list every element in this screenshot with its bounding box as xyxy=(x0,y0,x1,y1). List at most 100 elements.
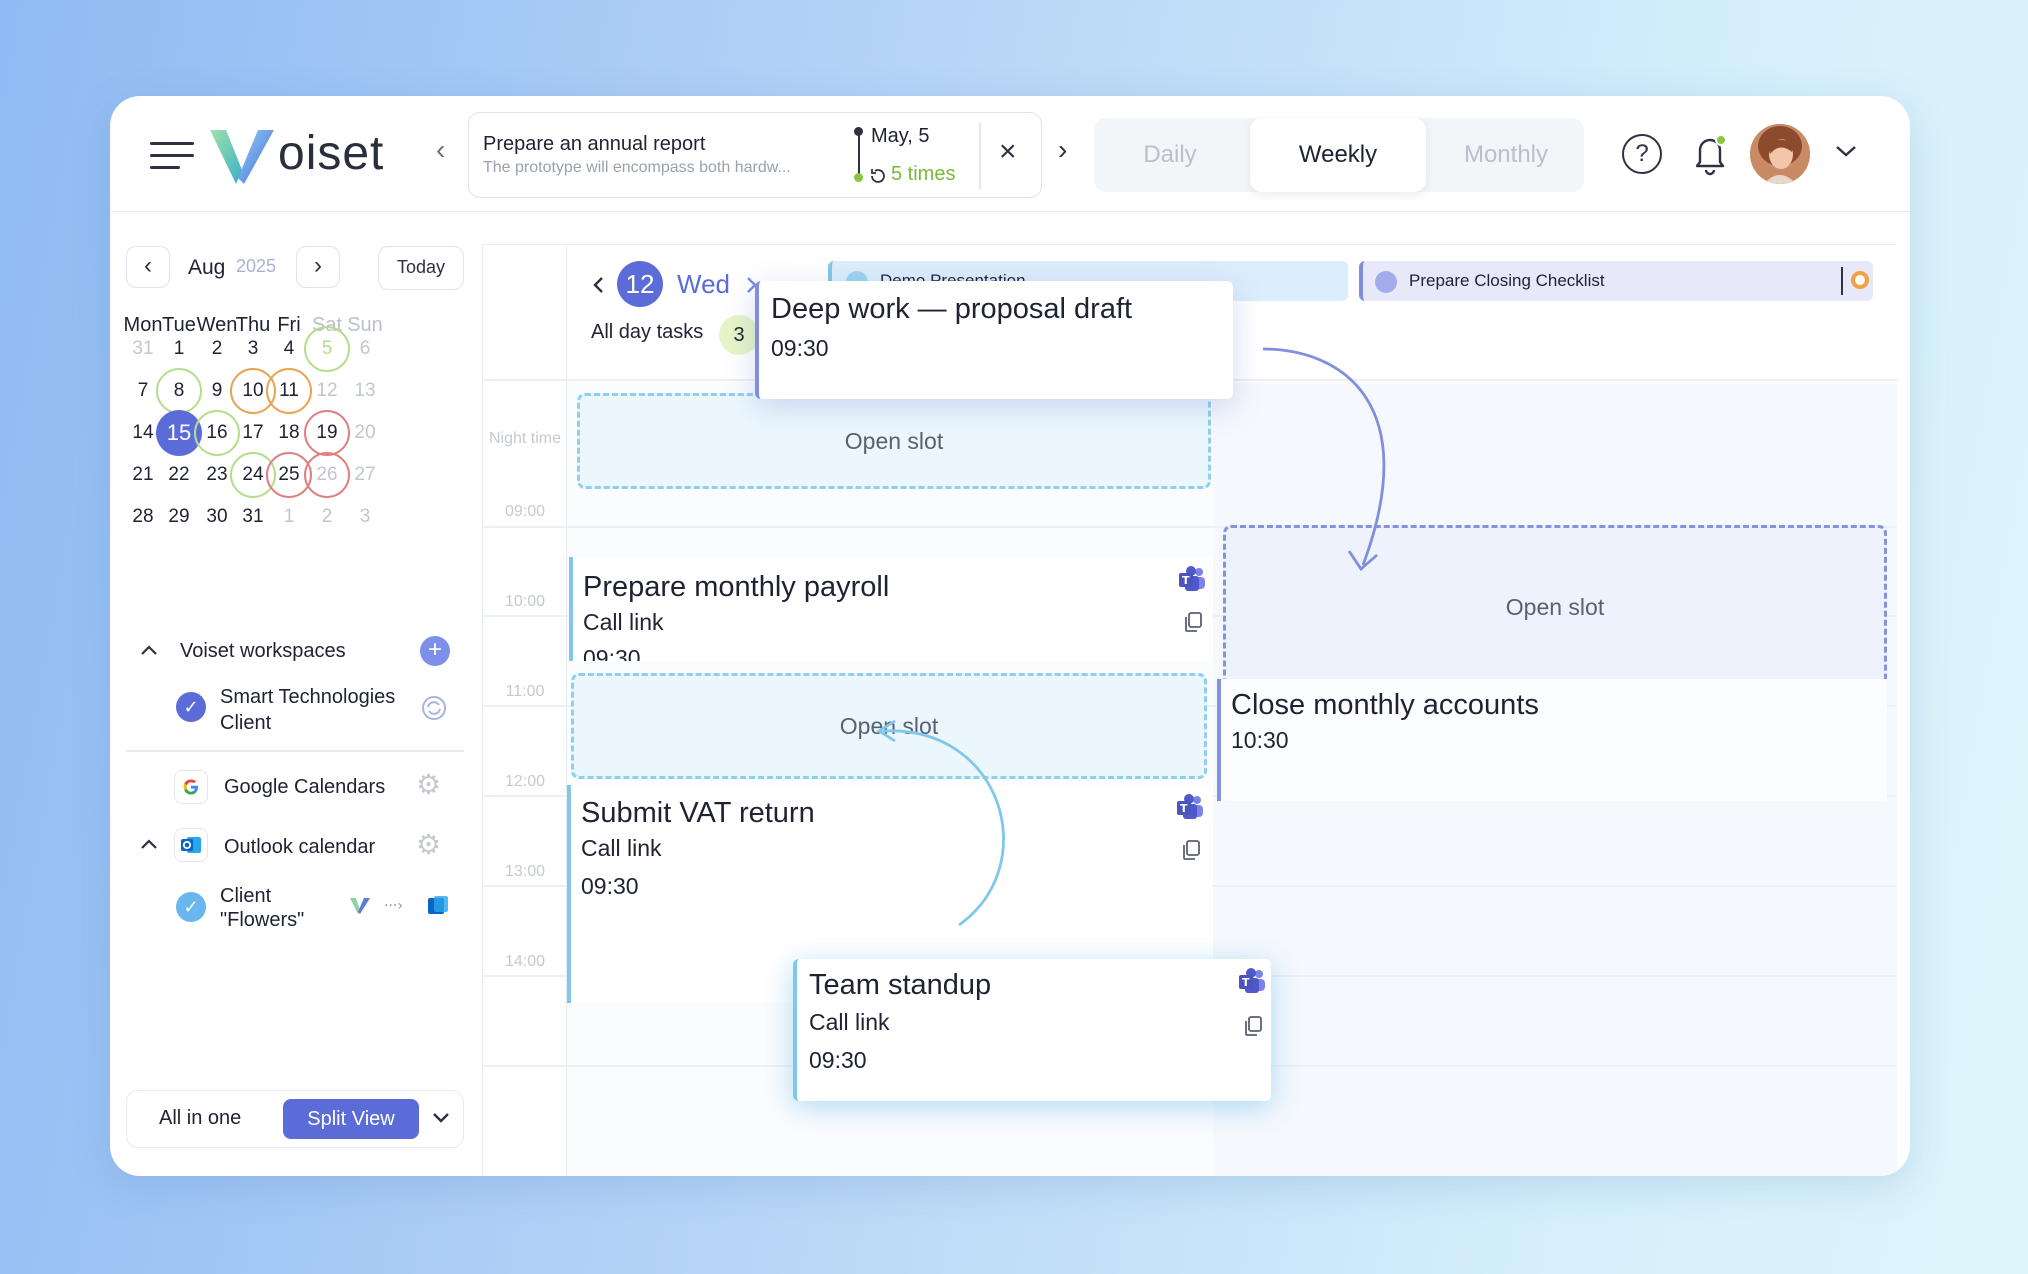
event-title: Prepare monthly payroll xyxy=(583,571,890,603)
repeat-icon xyxy=(871,169,885,183)
event-title: Submit VAT return xyxy=(581,797,815,829)
teams-icon[interactable]: T xyxy=(1237,967,1267,995)
calendar-day[interactable]: 3 xyxy=(342,494,388,540)
view-switcher: Daily Weekly Monthly xyxy=(1094,118,1584,192)
tab-weekly[interactable]: Weekly xyxy=(1250,118,1426,192)
checked-icon[interactable]: ✓ xyxy=(176,692,206,722)
event-time: 09:30 xyxy=(809,1047,867,1073)
calendar-day[interactable]: 6 xyxy=(342,326,388,372)
bell-icon[interactable] xyxy=(1692,132,1728,176)
sidebar-divider xyxy=(126,750,464,752)
event-title: Team standup xyxy=(809,969,992,1001)
svg-text:T: T xyxy=(1182,574,1190,587)
workspace-item-label: Smart Technologies Client xyxy=(220,686,396,734)
outlook-client-checked-icon[interactable]: ✓ xyxy=(176,892,206,922)
selected-day-number: 12 xyxy=(617,261,663,307)
task-title: Prepare an annual report xyxy=(483,133,706,155)
svg-text:T: T xyxy=(1242,976,1250,989)
outlook-settings-gear-icon[interactable]: ⚙ xyxy=(416,828,441,861)
tab-monthly[interactable]: Monthly xyxy=(1430,118,1582,192)
google-settings-gear-icon[interactable]: ⚙ xyxy=(416,768,441,801)
today-button[interactable]: Today xyxy=(378,246,464,290)
task-date: May, 5 xyxy=(871,125,930,147)
collapse-chevron-up-icon[interactable] xyxy=(140,644,158,656)
event-call-link[interactable]: Call link xyxy=(581,835,662,862)
event-title: Deep work — proposal draft xyxy=(771,293,1133,325)
event-call-link[interactable]: Call link xyxy=(809,1009,890,1036)
day-calendar: Night time 09:00 10:00 11:00 12:00 13:00 14:0… xyxy=(482,244,1897,1176)
next-month-button[interactable]: › xyxy=(296,246,340,288)
prev-month-button[interactable]: ‹ xyxy=(126,246,170,288)
selected-day-name: Wed xyxy=(677,269,730,299)
copy-icon[interactable] xyxy=(1181,839,1201,861)
event-team-standup[interactable]: Team standup Call link 09:30 T xyxy=(793,959,1271,1101)
open-slot-2[interactable]: Open slot xyxy=(1223,525,1887,689)
close-icon[interactable]: × xyxy=(999,135,1017,169)
app-window: oiset ‹ Prepare an annual report The pro… xyxy=(110,96,1910,1176)
mode-chevron-down-icon[interactable] xyxy=(431,1111,451,1125)
calendar-day[interactable]: 13 xyxy=(342,368,388,414)
svg-text:T: T xyxy=(1180,802,1188,815)
next-task-chevron-icon[interactable]: › xyxy=(1058,134,1067,166)
year-label: 2025 xyxy=(236,256,277,276)
open-slot-3[interactable]: Open slot xyxy=(571,673,1207,779)
help-icon[interactable]: ? xyxy=(1622,134,1662,174)
teams-icon[interactable]: T xyxy=(1177,565,1207,593)
all-in-one-option[interactable]: All in one xyxy=(159,1107,241,1130)
top-bar: oiset ‹ Prepare an annual report The pro… xyxy=(110,96,1910,212)
sync-direction-icon: ···› xyxy=(350,896,448,914)
current-task-card[interactable]: Prepare an annual report The prototype w… xyxy=(468,112,1042,198)
outlook-icon xyxy=(174,828,208,862)
prev-day-chevron-icon[interactable] xyxy=(591,275,605,295)
hour-label: 13:00 xyxy=(504,863,546,880)
night-time-label: Night time xyxy=(488,430,562,447)
account-chevron-down-icon[interactable] xyxy=(1834,134,1858,166)
view-mode-toggle: All in one Split View xyxy=(126,1090,464,1148)
calendar-day[interactable]: 20 xyxy=(342,410,388,456)
task-divider xyxy=(979,123,981,189)
timeline-status-dot-icon xyxy=(854,173,863,182)
hour-label: 09:00 xyxy=(504,503,546,520)
event-call-link[interactable]: Call link xyxy=(583,609,664,636)
sync-icon[interactable] xyxy=(420,694,448,722)
open-slot-1[interactable]: Open slot xyxy=(577,393,1211,489)
add-workspace-icon[interactable]: + xyxy=(420,636,450,666)
hour-label: 10:00 xyxy=(504,593,546,610)
voiset-logo: oiset xyxy=(208,124,438,188)
task-repeat-count: 5 times xyxy=(891,163,956,185)
event-title: Close monthly accounts xyxy=(1231,689,1539,721)
teams-icon[interactable]: T xyxy=(1175,793,1205,821)
outlook-client-label: Client "Flowers" xyxy=(220,885,305,931)
calendar-day[interactable]: 27 xyxy=(342,452,388,498)
voiset-v-icon xyxy=(210,130,274,184)
hour-label: 12:00 xyxy=(504,773,546,790)
prev-task-chevron-icon[interactable]: ‹ xyxy=(436,134,445,166)
copy-icon[interactable] xyxy=(1243,1015,1263,1037)
event-deep-work[interactable]: Deep work — proposal draft 09:30 xyxy=(755,281,1233,399)
logo-text: oiset xyxy=(278,127,385,180)
event-prepare-payroll[interactable]: Prepare monthly payroll Call link 09:30 … xyxy=(569,557,1213,661)
google-icon xyxy=(174,770,208,804)
priority-dot-icon xyxy=(1851,271,1869,289)
tab-daily[interactable]: Daily xyxy=(1094,118,1246,192)
all-day-tasks-label: All day tasks xyxy=(591,321,704,343)
all-day-count-badge[interactable]: 3 xyxy=(719,315,759,355)
outlook-calendar-label[interactable]: Outlook calendar xyxy=(224,836,375,859)
allday-event-checklist[interactable]: Prepare Closing Checklist xyxy=(1359,261,1873,301)
hour-label: 14:00 xyxy=(504,953,546,970)
event-time: 09:30 xyxy=(581,873,639,899)
outlook-collapse-chevron-up-icon[interactable] xyxy=(140,838,158,850)
svg-text:···›: ···› xyxy=(384,898,403,914)
month-label: Aug xyxy=(188,256,226,279)
event-time: 09:30 xyxy=(583,645,641,661)
event-close-accounts[interactable]: Close monthly accounts 10:30 xyxy=(1217,679,1887,801)
menu-icon[interactable] xyxy=(150,142,194,170)
hour-label: 11:00 xyxy=(505,683,545,700)
split-view-option[interactable]: Split View xyxy=(283,1099,419,1139)
copy-icon[interactable] xyxy=(1183,611,1203,633)
avatar-photo-icon xyxy=(1750,124,1810,184)
user-avatar[interactable] xyxy=(1750,124,1810,184)
google-calendars-label[interactable]: Google Calendars xyxy=(224,776,385,799)
event-status-icon xyxy=(1375,271,1397,293)
event-time: 10:30 xyxy=(1231,727,1289,753)
